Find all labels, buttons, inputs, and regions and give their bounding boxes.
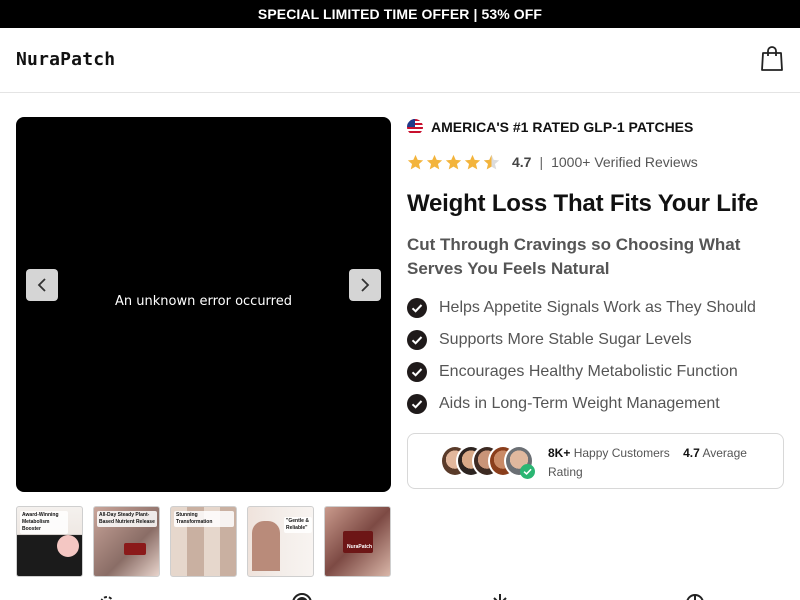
customer-avatars [440,445,540,479]
gallery-next-button[interactable] [349,269,381,301]
feature-icon [292,593,312,600]
product-subtitle: Cut Through Cravings so Choosing What Se… [407,235,741,278]
badge-text: AMERICA'S #1 RATED GLP-1 PATCHES [431,119,694,135]
star-icon [407,154,424,169]
social-proof-card: 8K+ Happy Customers 4.7 Average Rating [407,433,784,489]
benefit-text: Supports More Stable Sugar Levels [439,331,692,348]
thumbnail-2[interactable]: All-Day Steady Plant-Based Nutrient Rele… [93,506,160,577]
product-title: Weight Loss That Fits Your Life [407,190,759,217]
separator: | [539,154,544,170]
benefit-text: Helps Appetite Signals Work as They Shou… [439,299,756,316]
star-icon [426,154,443,169]
rating-badge: AMERICA'S #1 RATED GLP-1 PATCHES [407,118,693,136]
reviews-count[interactable]: 1000+ Verified Reviews [551,154,698,170]
feature-icon [100,596,114,600]
check-circle-icon [407,298,427,318]
rating-summary[interactable]: 4.7 | 1000+ Verified Reviews [407,152,698,172]
rating-value: 4.7 [512,154,532,170]
thumbnail-caption: Award-Winning Metabolism Booster [20,511,68,534]
thumbnail-caption: "Gentle & Reliable" [284,517,312,533]
patch-image [57,535,79,557]
customers-count: 8K+ [548,446,571,460]
us-flag-icon [407,119,423,135]
check-circle-icon [407,362,427,382]
thumbnail-caption: NuraPatch [347,544,373,550]
benefit-item: Encourages Healthy Metabolistic Function [407,360,738,384]
site-header: NuraPatch [0,28,800,93]
chevron-left-icon [37,278,46,292]
chevron-right-icon [361,278,370,292]
average-rating-value: 4.7 [683,446,700,460]
benefit-item: Supports More Stable Sugar Levels [407,328,692,352]
star-icon [445,154,462,169]
announcement-bar: SPECIAL LIMITED TIME OFFER | 53% OFF [0,0,800,28]
star-icon [464,154,481,169]
customers-label: Happy Customers [573,446,670,460]
check-circle-icon [407,394,427,414]
thumbnail-caption: All-Day Steady Plant-Based Nutrient Rele… [97,511,157,527]
thumbnail-4[interactable]: "Gentle & Reliable" [247,506,314,577]
benefit-text: Encourages Healthy Metabolistic Function [439,363,738,380]
thumbnail-strip: Award-Winning Metabolism Booster All-Day… [16,506,391,577]
half-star-icon [483,154,500,169]
feature-icons-row [0,590,800,600]
gallery-prev-button[interactable] [26,269,58,301]
thumbnail-3[interactable]: Stunning Transformation [170,506,237,577]
check-circle-icon [407,330,427,350]
person-image [252,521,280,571]
benefit-item: Helps Appetite Signals Work as They Shou… [407,296,756,320]
thumbnail-1[interactable]: Award-Winning Metabolism Booster [16,506,83,577]
announcement-text: SPECIAL LIMITED TIME OFFER | 53% OFF [257,6,543,22]
star-rating [407,154,502,171]
brand-logo[interactable]: NuraPatch [16,49,115,70]
verified-check-icon [520,464,535,479]
thumbnail-5[interactable]: NuraPatch [324,506,391,577]
shopping-bag-icon[interactable] [760,44,784,72]
thumbnail-caption: Stunning Transformation [174,511,234,527]
tag-image [124,543,146,555]
social-proof-text: 8K+ Happy Customers 4.7 Average Rating [548,444,773,482]
feature-icon [493,594,507,600]
benefit-item: Aids in Long-Term Weight Management [407,392,720,416]
feature-icon [686,594,704,600]
media-error-message: An unknown error occurred [115,294,292,309]
benefit-text: Aids in Long-Term Weight Management [439,395,720,412]
product-media-viewer[interactable]: An unknown error occurred [16,117,391,492]
